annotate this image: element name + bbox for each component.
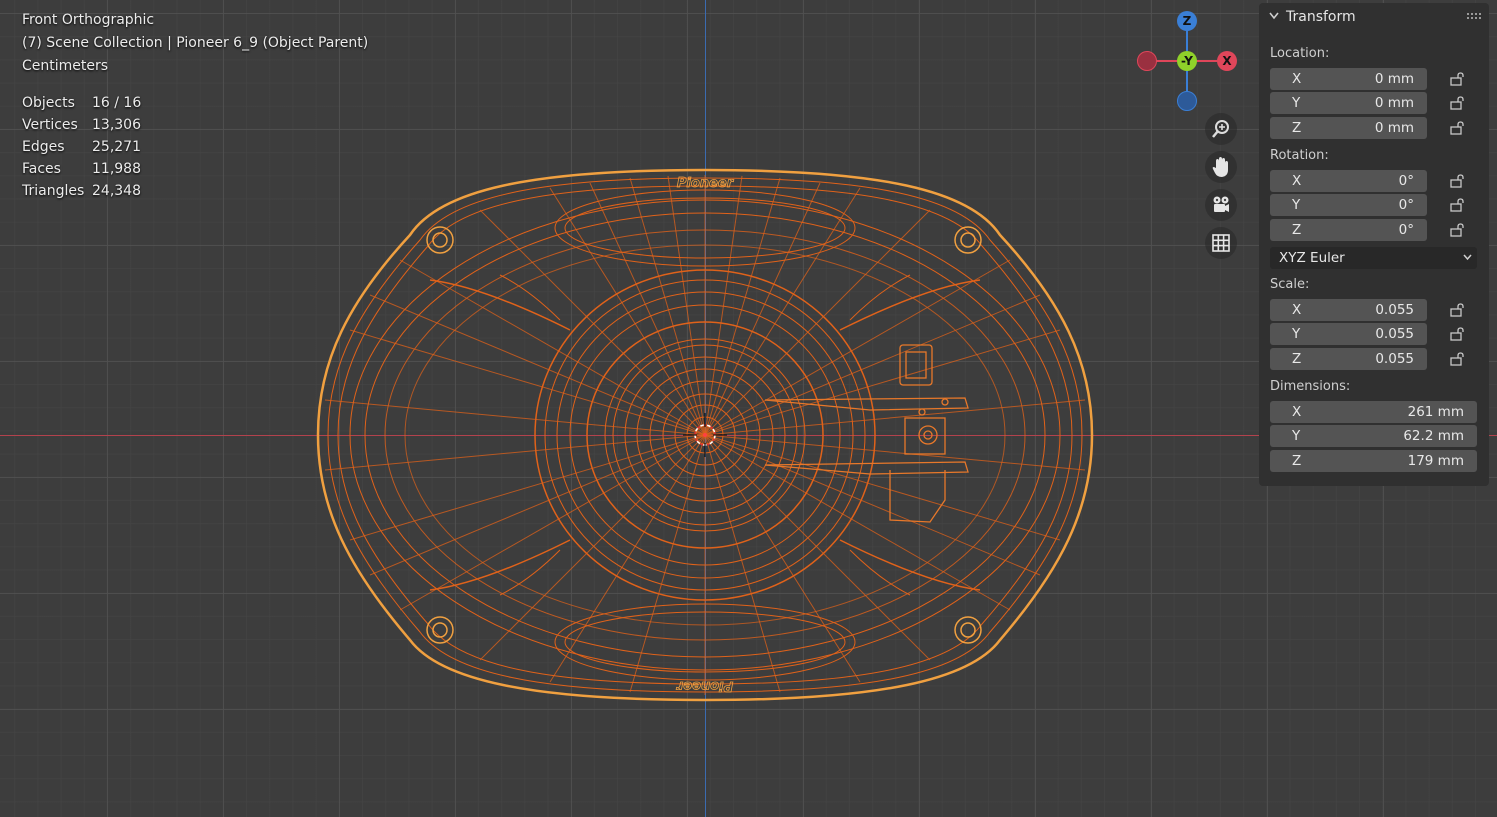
stat-value: 16 / 16 <box>92 95 142 111</box>
grid-icon <box>1212 234 1230 252</box>
field-value: 0.055 <box>1375 302 1414 318</box>
gizmo-z-label: Z <box>1182 14 1192 28</box>
units-label: Centimeters <box>22 58 109 74</box>
location-y-field[interactable]: Y 0 mm <box>1270 92 1427 114</box>
gizmo-neg-z-button[interactable] <box>1177 91 1197 111</box>
stat-label: Vertices <box>22 117 78 133</box>
view-name-label: Front Orthographic <box>22 12 155 28</box>
gizmo-x-label: X <box>1222 54 1232 68</box>
stat-value: 25,271 <box>92 139 141 155</box>
axis-label: Y <box>1292 197 1301 213</box>
lock-icon[interactable] <box>1450 174 1466 188</box>
pan-button[interactable] <box>1205 151 1237 183</box>
field-value: 0° <box>1398 173 1414 189</box>
dimensions-y-field[interactable]: Y 62.2 mm <box>1270 425 1477 447</box>
field-value: 179 mm <box>1407 453 1464 469</box>
gizmo-y-label: -Y <box>1181 54 1193 68</box>
axis-label: X <box>1292 173 1302 189</box>
rotation-label: Rotation: <box>1270 148 1329 163</box>
gizmo-neg-y-button[interactable]: -Y <box>1177 51 1197 71</box>
location-z-field[interactable]: Z 0 mm <box>1270 117 1427 139</box>
hand-pan-icon <box>1212 157 1228 177</box>
gizmo-neg-x-button[interactable] <box>1137 51 1157 71</box>
gizmo-z-button[interactable]: Z <box>1177 11 1197 31</box>
stat-row-triangles: Triangles 24,348 <box>22 183 141 205</box>
3d-viewport[interactable]: Pioneer Pioneer Front Orthographic (7) S… <box>0 0 1497 817</box>
axis-label: X <box>1292 302 1302 318</box>
field-value: 0 mm <box>1374 95 1414 111</box>
stat-value: 24,348 <box>92 183 141 199</box>
rotation-z-field[interactable]: Z 0° <box>1270 219 1427 241</box>
stat-row-vertices: Vertices 13,306 <box>22 117 141 139</box>
drag-grip-icon[interactable] <box>1467 13 1481 19</box>
scale-label: Scale: <box>1270 277 1310 292</box>
axis-label: Z <box>1292 120 1302 136</box>
lock-icon[interactable] <box>1450 72 1466 86</box>
axis-label: Y <box>1292 95 1301 111</box>
rotation-mode-value: XYZ Euler <box>1279 250 1345 266</box>
field-value: 0 mm <box>1374 71 1414 87</box>
rotation-mode-dropdown[interactable]: XYZ Euler <box>1270 247 1477 269</box>
zoom-icon <box>1212 120 1229 138</box>
zoom-button[interactable] <box>1205 113 1237 145</box>
stat-row-edges: Edges 25,271 <box>22 139 141 161</box>
stat-value: 11,988 <box>92 161 141 177</box>
axis-label: Z <box>1292 453 1302 469</box>
axis-label: X <box>1292 71 1302 87</box>
location-label: Location: <box>1270 46 1330 61</box>
rotation-y-field[interactable]: Y 0° <box>1270 194 1427 216</box>
location-x-field[interactable]: X 0 mm <box>1270 68 1427 90</box>
stat-label: Triangles <box>22 183 85 199</box>
lock-icon[interactable] <box>1450 223 1466 237</box>
lock-icon[interactable] <box>1450 121 1466 135</box>
top-logo: Pioneer <box>677 176 735 191</box>
lock-icon[interactable] <box>1450 352 1466 366</box>
field-value: 0.055 <box>1375 326 1414 342</box>
chevron-down-icon <box>1463 254 1472 261</box>
stat-label: Faces <box>22 161 61 177</box>
transform-panel: Transform Location: X 0 mm Y 0 mm Z 0 mm Ro… <box>1259 3 1489 486</box>
camera-icon <box>1213 196 1229 212</box>
lock-icon[interactable] <box>1450 327 1466 341</box>
axis-label: Y <box>1292 428 1301 444</box>
stat-label: Objects <box>22 95 75 111</box>
axis-label: Z <box>1292 222 1302 238</box>
field-value: 0.055 <box>1375 351 1414 367</box>
rotation-x-field[interactable]: X 0° <box>1270 170 1427 192</box>
lock-icon[interactable] <box>1450 198 1466 212</box>
lock-icon[interactable] <box>1450 96 1466 110</box>
dimensions-label: Dimensions: <box>1270 379 1351 394</box>
dimensions-x-field[interactable]: X 261 mm <box>1270 401 1477 423</box>
field-value: 261 mm <box>1407 404 1464 420</box>
field-value: 0° <box>1398 222 1414 238</box>
panel-title: Transform <box>1286 9 1356 25</box>
axis-label: Y <box>1292 326 1301 342</box>
field-value: 0 mm <box>1374 120 1414 136</box>
transform-panel-header[interactable]: Transform <box>1259 3 1489 31</box>
gizmo-x-button[interactable]: X <box>1217 51 1237 71</box>
scale-y-field[interactable]: Y 0.055 <box>1270 323 1427 345</box>
stat-label: Edges <box>22 139 65 155</box>
navigation-gizmo[interactable]: Z X -Y <box>1134 8 1242 116</box>
collection-info-label: (7) Scene Collection | Pioneer 6_9 (Obje… <box>22 35 369 51</box>
scale-x-field[interactable]: X 0.055 <box>1270 299 1427 321</box>
stat-row-faces: Faces 11,988 <box>22 161 141 183</box>
field-value: 0° <box>1398 197 1414 213</box>
stat-row-objects: Objects 16 / 16 <box>22 95 141 117</box>
chevron-down-icon[interactable] <box>1269 12 1279 20</box>
lock-icon[interactable] <box>1450 303 1466 317</box>
stat-value: 13,306 <box>92 117 141 133</box>
dimensions-z-field[interactable]: Z 179 mm <box>1270 450 1477 472</box>
ortho-toggle-button[interactable] <box>1205 227 1237 259</box>
scale-z-field[interactable]: Z 0.055 <box>1270 348 1427 370</box>
axis-label: Z <box>1292 351 1302 367</box>
bottom-logo: Pioneer <box>675 678 733 693</box>
axis-label: X <box>1292 404 1302 420</box>
field-value: 62.2 mm <box>1403 428 1464 444</box>
camera-view-button[interactable] <box>1205 189 1237 221</box>
scene-statistics: Objects 16 / 16 Vertices 13,306 Edges 25… <box>22 95 141 205</box>
